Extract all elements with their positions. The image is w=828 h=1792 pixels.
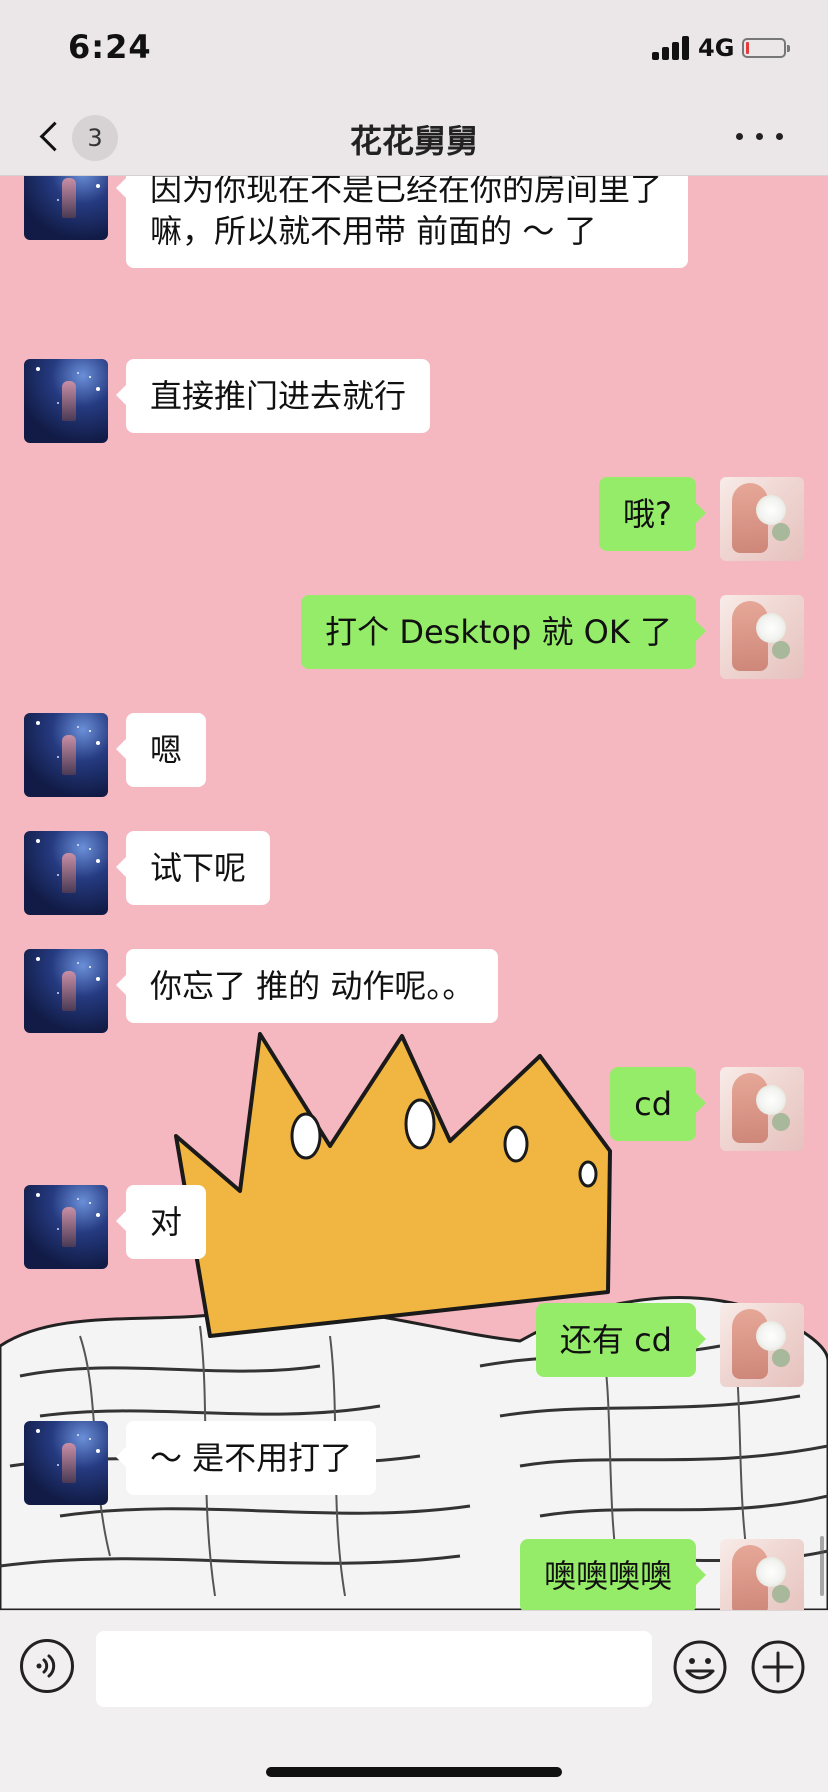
my-avatar[interactable] — [720, 477, 804, 561]
contact-avatar[interactable] — [24, 713, 108, 797]
message-bubble-incoming[interactable]: 对 — [115, 1185, 207, 1259]
scrollbar[interactable] — [820, 1536, 824, 1596]
more-dots-icon — [736, 133, 743, 140]
status-time: 6:24 — [68, 28, 152, 66]
back-button[interactable]: 3 — [36, 112, 120, 162]
my-avatar[interactable] — [720, 595, 804, 679]
input-bar — [0, 1610, 828, 1792]
message-input[interactable] — [96, 1631, 652, 1707]
contact-avatar[interactable] — [24, 831, 108, 915]
message-bubble-incoming[interactable]: 你忘了 推的 动作呢。。 — [115, 949, 499, 1023]
emoji-button[interactable] — [672, 1639, 728, 1695]
message-bubble-incoming[interactable]: 嗯 — [115, 713, 207, 787]
signal-strength-icon — [652, 36, 692, 60]
my-avatar[interactable] — [720, 1067, 804, 1151]
more-features-button[interactable] — [750, 1639, 806, 1695]
more-options-button[interactable] — [736, 124, 784, 150]
contact-avatar[interactable] — [24, 1185, 108, 1269]
contact-avatar[interactable] — [24, 949, 108, 1033]
message-list[interactable]: 因为你现在不是已经在你的房间里了嘛，所以就不用带 前面的 ～ 了 直接推门进去就… — [0, 176, 828, 1610]
message-bubble-incoming[interactable]: 直接推门进去就行 — [115, 359, 431, 433]
chat-title: 花花舅舅 — [349, 122, 478, 160]
contact-avatar[interactable] — [24, 359, 108, 443]
message-bubble-incoming[interactable]: 试下呢 — [115, 831, 271, 905]
chevron-left-icon — [39, 121, 70, 152]
message-bubble-outgoing[interactable]: 还有 cd — [535, 1303, 707, 1377]
my-avatar[interactable] — [720, 1539, 804, 1610]
unread-count-badge: 3 — [72, 115, 118, 161]
plus-icon — [751, 1640, 805, 1694]
message-bubble-outgoing[interactable]: cd — [610, 1067, 706, 1141]
message-bubble-outgoing[interactable]: 哦? — [599, 477, 706, 551]
contact-avatar[interactable] — [24, 1421, 108, 1505]
voice-input-button[interactable] — [20, 1639, 74, 1693]
status-bar: 6:24 4G — [0, 0, 828, 98]
smiley-icon — [673, 1640, 727, 1694]
message-bubble-outgoing[interactable]: 打个 Desktop 就 OK 了 — [301, 595, 706, 669]
home-indicator[interactable] — [266, 1767, 562, 1777]
message-bubble-outgoing[interactable]: 噢噢噢噢 — [519, 1539, 707, 1610]
message-bubble-incoming[interactable]: 因为你现在不是已经在你的房间里了嘛，所以就不用带 前面的 ～ 了 — [116, 176, 688, 268]
voice-icon — [36, 1654, 56, 1678]
message-bubble-incoming[interactable]: ～ 是不用打了 — [115, 1421, 377, 1495]
my-avatar[interactable] — [720, 1303, 804, 1387]
chat-header: 3 花花舅舅 — [0, 98, 828, 176]
battery-icon — [742, 38, 790, 58]
network-type: 4G — [698, 34, 735, 62]
contact-avatar[interactable] — [24, 176, 108, 240]
